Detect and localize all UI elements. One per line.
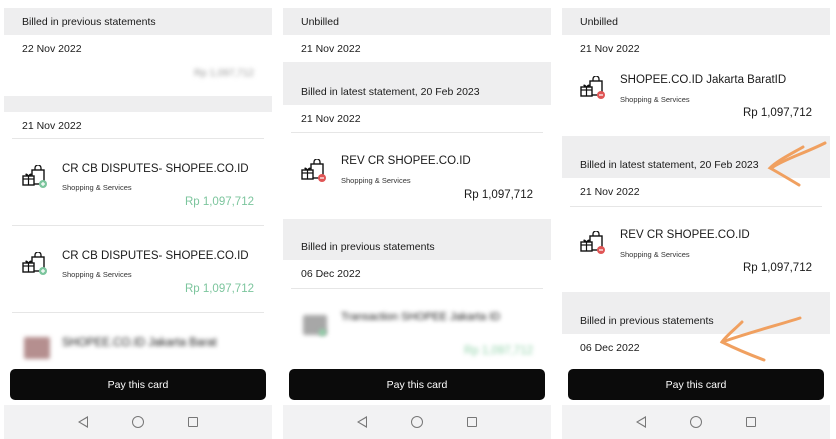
- date-label: 21 Nov 2022: [562, 35, 830, 62]
- date-label: 06 Dec 2022: [283, 260, 551, 287]
- transaction-category: Shopping & Services: [620, 95, 690, 104]
- section-header: Billed in previous statements: [562, 307, 830, 334]
- screen-panel-1: Billed in previous statements 22 Nov 202…: [4, 0, 272, 439]
- shopping-bag-debit-icon: [580, 76, 605, 99]
- section-header: Billed in latest statement, 20 Feb 2023: [562, 151, 830, 178]
- blurred-amount: Rp 1,097,712: [193, 68, 254, 79]
- blurred-badge: [319, 329, 326, 336]
- transaction-amount: Rp 1,097,712: [184, 196, 254, 208]
- transaction-category: Shopping & Services: [62, 270, 132, 279]
- shopping-bag-credit-icon: [22, 165, 47, 188]
- section-header: Billed in previous statements: [4, 8, 272, 35]
- transaction-row[interactable]: SHOPEE.CO.ID Jakarta BaratID Shopping & …: [562, 62, 830, 136]
- android-nav-bar: [283, 405, 551, 439]
- home-icon[interactable]: [132, 416, 144, 428]
- transaction-name: CR CB DISPUTES- SHOPEE.CO.ID: [62, 250, 249, 262]
- shopping-bag-debit-icon: [301, 159, 326, 182]
- pay-this-card-button[interactable]: Pay this card: [10, 369, 266, 400]
- section-header: Billed in previous statements: [283, 234, 551, 260]
- blurred-transaction-name: SHOPEE.CO.ID Jakarta Barat: [62, 337, 217, 349]
- section-divider: [562, 136, 830, 152]
- android-nav-bar: [4, 405, 272, 439]
- recents-icon[interactable]: [746, 417, 756, 427]
- transaction-amount: Rp 1,097,712: [742, 107, 812, 119]
- shopping-bag-debit-icon: [580, 231, 605, 254]
- transaction-row[interactable]: CR CB DISPUTES- SHOPEE.CO.ID Shopping & …: [4, 226, 272, 312]
- section-divider: [4, 96, 272, 112]
- date-label: 22 Nov 2022: [4, 35, 272, 62]
- section-divider: [283, 62, 551, 78]
- transaction-row[interactable]: CR CB DISPUTES- SHOPEE.CO.ID Shopping & …: [4, 139, 272, 225]
- date-label: 21 Nov 2022: [283, 35, 551, 62]
- transaction-amount: Rp 1,097,712: [463, 189, 533, 201]
- home-icon[interactable]: [690, 416, 702, 428]
- date-label: 21 Nov 2022: [283, 105, 551, 132]
- transaction-category: Shopping & Services: [620, 250, 690, 259]
- transaction-row[interactable]: REV CR SHOPEE.CO.ID Shopping & Services …: [562, 207, 830, 291]
- blurred-icon: [24, 337, 50, 359]
- date-label: 21 Nov 2022: [562, 178, 830, 205]
- back-icon[interactable]: [357, 416, 367, 428]
- blurred-amount: Rp 1,097,712: [463, 345, 533, 357]
- back-icon[interactable]: [78, 416, 88, 428]
- blurred-transaction-name: Transaction SHOPEE Jakarta ID: [341, 311, 501, 323]
- date-label: 21 Nov 2022: [4, 112, 272, 139]
- transaction-row-blurred[interactable]: Rp 1,097,712: [4, 62, 272, 92]
- transaction-name: REV CR SHOPEE.CO.ID: [620, 229, 750, 241]
- transaction-row[interactable]: REV CR SHOPEE.CO.ID Shopping & Services …: [283, 133, 551, 217]
- pay-this-card-button[interactable]: Pay this card: [289, 369, 545, 400]
- recents-icon[interactable]: [467, 417, 477, 427]
- screen-panel-3: Unbilled 21 Nov 2022 SHOPEE.CO.ID Jakart…: [562, 0, 830, 439]
- date-label: 06 Dec 2022: [562, 334, 830, 361]
- home-icon[interactable]: [411, 416, 423, 428]
- back-icon[interactable]: [636, 416, 646, 428]
- transaction-category: Shopping & Services: [341, 176, 411, 185]
- transaction-name: CR CB DISPUTES- SHOPEE.CO.ID: [62, 163, 249, 175]
- section-divider: [283, 219, 551, 235]
- screen-panel-2: Unbilled 21 Nov 2022 Billed in latest st…: [283, 0, 551, 439]
- pay-this-card-button[interactable]: Pay this card: [568, 369, 824, 400]
- section-header: Billed in latest statement, 20 Feb 2023: [283, 78, 551, 105]
- transaction-category: Shopping & Services: [62, 183, 132, 192]
- transaction-row-blurred[interactable]: Transaction SHOPEE Jakarta ID Rp 1,097,7…: [283, 289, 551, 369]
- section-divider: [562, 292, 830, 308]
- shopping-bag-credit-icon: [22, 252, 47, 275]
- section-header: Unbilled: [283, 8, 551, 35]
- transaction-amount: Rp 1,097,712: [742, 262, 812, 274]
- section-header: Unbilled: [562, 8, 830, 35]
- recents-icon[interactable]: [188, 417, 198, 427]
- transaction-row-blurred[interactable]: SHOPEE.CO.ID Jakarta Barat: [4, 313, 272, 369]
- transaction-name: REV CR SHOPEE.CO.ID: [341, 155, 471, 167]
- transaction-name: SHOPEE.CO.ID Jakarta BaratID: [620, 74, 787, 86]
- android-nav-bar: [562, 405, 830, 439]
- transaction-amount: Rp 1,097,712: [184, 283, 254, 295]
